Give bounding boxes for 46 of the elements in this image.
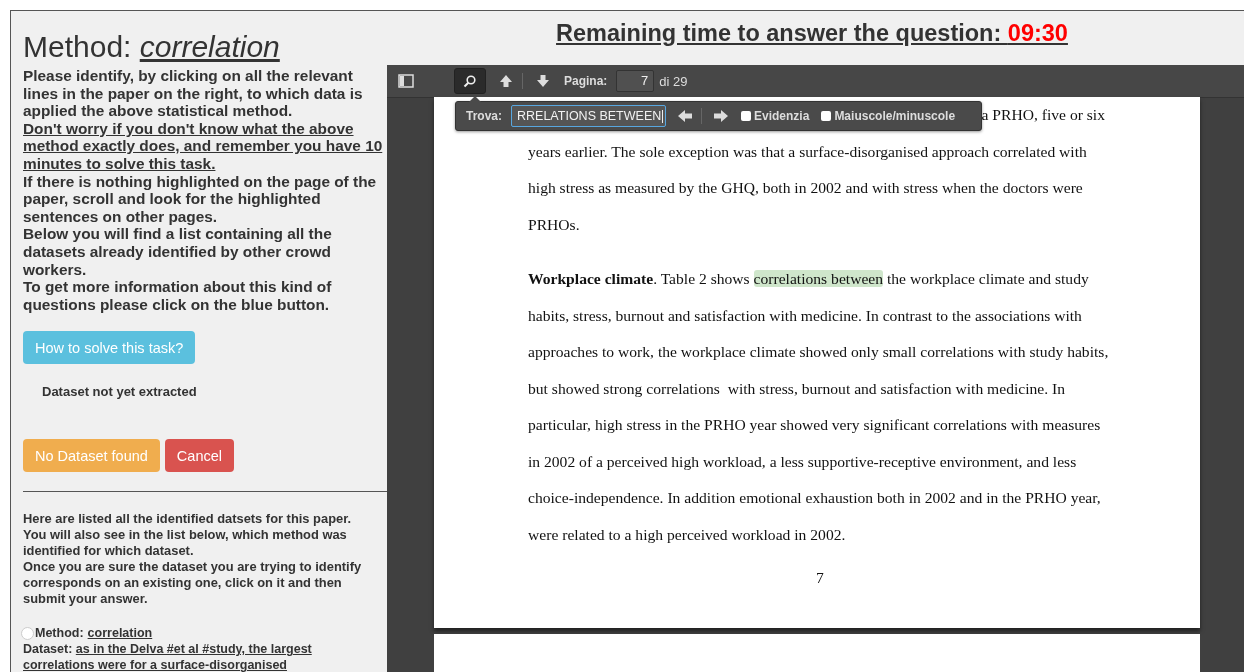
up-arrow-icon[interactable]: [498, 73, 514, 89]
paper-text: high stress as measured by the GHQ, both in 2002 and with stress when the doctors were: [528, 179, 1083, 196]
instruction-text: If there is nothing highlighted on the page of the paper, scroll and look for the highlighted sentences on other pages.: [23, 172, 378, 226]
dataset-status: Dataset not yet extracted: [42, 384, 198, 400]
page-label: Pagina:: [564, 74, 608, 88]
instruction-text: Please identify, by clicking on all the relevant lines in the paper on the right, to which data is applied the above statistical method.: [23, 67, 364, 120]
left-arrow-icon[interactable]: [677, 109, 693, 123]
dataset-entry[interactable]: Dataset: as in the Delva #et al #study, the largest correlations were for a surface-disorganised: [23, 641, 363, 672]
right-arrow-icon[interactable]: [713, 109, 729, 123]
paper-text: years earlier. The sole exception was that a surface-disorganised approach correlated with: [528, 142, 1087, 160]
page-total: di 29: [659, 73, 688, 89]
method-link[interactable]: correlation: [87, 625, 153, 642]
instruction-text: Below you will find a list containing all the datasets already identified by other crowd workers.: [23, 225, 333, 279]
page-number: 7: [816, 569, 824, 586]
paper-text: PRHOs.: [528, 215, 580, 233]
find-field[interactable]: RRELATIONS BETWEEN: [511, 105, 666, 127]
list-intro-text: Once you are sure the dataset you are trying to identify corresponds on an existing one, click on it and then submit your answer.: [23, 559, 363, 608]
search-icon: [463, 74, 477, 88]
find-label: Trova:: [466, 109, 502, 123]
paper-text: particular, high stress in the PRHO year showed very significant correlations with measures: [528, 416, 1101, 433]
paper-text: a PRHO, five or six: [981, 106, 1105, 123]
timer-text: Remaining time to answer the question: 09:30: [556, 19, 1068, 47]
paper-text: were related to a high perceived workload in 2002.: [528, 525, 846, 543]
radio-button[interactable]: [21, 626, 34, 640]
option-label: Maiuscole/minuscole: [834, 109, 956, 123]
checkbox[interactable]: [741, 111, 751, 121]
paper-text: approaches to work, the workplace climate showed only small correlations with study habits,: [528, 343, 1109, 360]
paper-text: the workplace climate and study: [885, 270, 1089, 287]
paper-text: in 2002 of a perceived high workload, a less supportive-receptive environment, and less: [528, 452, 1077, 470]
cancel-button[interactable]: Cancel: [164, 439, 234, 473]
method-title: Method: correlation: [23, 30, 281, 64]
instruction-text: Don't worry if you don't know what the above method exactly does, and remember you have 10 minutes to solve this task.: [23, 119, 384, 173]
paper-text: habits, stress, burnout and satisfaction with medicine. In contrast to the associations with: [528, 306, 1082, 324]
list-intro-text: Here are listed all the identified datsets for this paper. You will also see in the list below, which method was identified for which dataset.: [23, 511, 353, 560]
sidebar-toggle-icon[interactable]: [398, 74, 414, 88]
method-label: Method:: [35, 625, 84, 642]
paper-text: choice-independence. In addition emotional exhaustion both in 2002 and in the PRHO year,: [528, 489, 1101, 506]
paper-text[interactable]: correlations between: [753, 270, 884, 287]
paper-text: but showed strong correlations with stress, burnout and satisfaction with medicine. In: [528, 379, 1066, 397]
paper-text: . Table 2 shows: [653, 270, 751, 287]
page-number-field[interactable]: 7: [616, 70, 655, 92]
instruction-text: To get more information about this kind of questions please click on the blue button.: [23, 278, 333, 314]
down-arrow-icon[interactable]: [535, 73, 551, 89]
checkbox[interactable]: [821, 111, 832, 121]
search-button[interactable]: [454, 68, 486, 94]
option-label: Evidenzia: [754, 109, 810, 123]
